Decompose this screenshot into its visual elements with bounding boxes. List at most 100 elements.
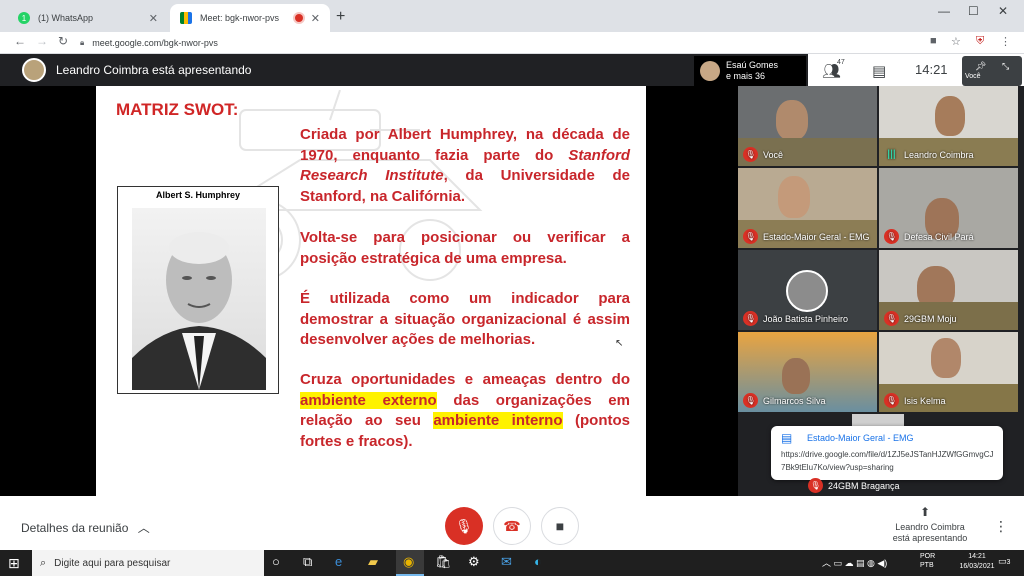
- participant-name: João Batista Pinheiro: [763, 313, 849, 324]
- participant-label: 🎙︎ 29GBM Moju: [884, 311, 957, 326]
- notification-center-icon[interactable]: ▭3: [998, 556, 1010, 567]
- maximize-icon[interactable]: ☐: [968, 4, 979, 18]
- slide-paragraph-indicator: É utilizada como um indicador para demos…: [300, 290, 630, 348]
- fullscreen-exit-icon[interactable]: ⤡: [1002, 61, 1009, 72]
- participant-tile[interactable]: 🎙︎ Estado-Maior Geral - EMG: [738, 168, 877, 248]
- participant-video: [931, 338, 961, 378]
- mail-icon[interactable]: ✉: [501, 554, 512, 570]
- mic-off-icon: 🎙︎: [743, 229, 758, 244]
- participant-tile[interactable]: 🎙︎ Você: [738, 86, 877, 166]
- mic-off-icon: 🎙︎: [743, 311, 758, 326]
- search-icon: ⌕: [40, 556, 47, 569]
- participant-label: 🎙︎ Gilmarcos Silva: [743, 393, 826, 408]
- microphone-toggle-button[interactable]: 🎙︎: [445, 507, 483, 545]
- avatar: [700, 61, 720, 81]
- tab-whatsapp[interactable]: 1 (1) WhatsApp ✕: [8, 4, 168, 32]
- participant-video: [782, 358, 810, 394]
- keyboard-layout: PTB: [920, 562, 934, 569]
- self-view-thumbnail[interactable]: Você 📌︎ ⤡: [962, 56, 1022, 86]
- slide-paragraph-environment: Cruza oportunidades e ameaças dentro do …: [300, 370, 630, 452]
- edge-legacy-icon[interactable]: e: [335, 554, 342, 569]
- participant-tile[interactable]: 🎙︎ João Batista Pinheiro: [738, 250, 877, 330]
- input-language[interactable]: POR PTB: [920, 552, 935, 570]
- settings-gear-icon[interactable]: ⚙: [468, 554, 480, 570]
- notification-count: 3: [1006, 559, 1011, 566]
- meeting-clock: 14:21: [915, 62, 948, 77]
- cortana-icon[interactable]: ○: [272, 554, 280, 569]
- participant-avatar: [786, 270, 828, 312]
- mouse-cursor-icon: ↖: [615, 338, 624, 349]
- leave-call-button[interactable]: ☎︎: [493, 507, 531, 545]
- hang-up-icon: ☎︎: [503, 517, 521, 534]
- chat-notification[interactable]: ▤ Estado-Maior Geral - EMG https://drive…: [771, 426, 1003, 480]
- participant-tile[interactable]: 🎙︎ Defesa Civil Pará: [879, 168, 1018, 248]
- participant-name: Isis Kelma: [904, 395, 946, 406]
- preview-name: Esaú Gomes: [726, 60, 779, 70]
- participant-label: 🎙︎ Isis Kelma: [884, 393, 946, 408]
- close-window-icon[interactable]: ✕: [998, 4, 1008, 18]
- mic-off-icon: 🎙︎: [884, 229, 899, 244]
- presenting-name: Leandro Coimbra: [895, 522, 965, 532]
- more-options-icon[interactable]: ⋮: [994, 518, 1008, 535]
- participant-tile[interactable]: 🎙︎ Gilmarcos Silva: [738, 332, 877, 412]
- system-time: 14:21: [968, 553, 986, 560]
- text-run: Cruza oportunidades e ameaças dentro do: [300, 371, 630, 388]
- mic-off-icon: 🎙︎: [455, 517, 473, 534]
- tab-title: Meet: bgk-nwor-pvs: [200, 13, 280, 23]
- mic-off-icon: 🎙︎: [808, 478, 823, 493]
- tab-title: (1) WhatsApp: [38, 13, 94, 23]
- back-icon[interactable]: ←: [14, 34, 26, 48]
- chrome-taskbar-button[interactable]: ◉: [396, 550, 424, 576]
- participant-preview-text: Esaú Gomes e mais 36: [726, 60, 778, 82]
- participant-preview-chip[interactable]: Esaú Gomes e mais 36: [694, 56, 806, 86]
- forward-icon[interactable]: →: [36, 34, 48, 48]
- participant-label: 🎙︎ 24GBM Bragança: [808, 478, 900, 493]
- close-icon[interactable]: ✕: [311, 12, 320, 25]
- participant-tile[interactable]: ||| Leandro Coimbra: [879, 86, 1018, 166]
- presenter-banner: Leandro Coimbra está apresentando: [56, 63, 252, 77]
- lock-icon: 🔒︎: [80, 38, 85, 47]
- participant-name: Leandro Coimbra: [904, 149, 974, 160]
- system-tray-icons[interactable]: ︿ ▭ ☁ ▤ ◍ ◀︎): [822, 556, 887, 569]
- portrait-photo: [132, 208, 266, 390]
- chat-message-link[interactable]: https://drive.google.com/file/d/1ZJ5eJST…: [781, 448, 997, 474]
- file-explorer-icon[interactable]: ▰: [368, 554, 378, 570]
- star-icon[interactable]: ☆: [951, 35, 961, 48]
- meeting-details-button[interactable]: Detalhes da reunião ︿: [21, 519, 150, 536]
- speaking-icon: |||: [887, 149, 896, 160]
- participant-name: Gilmarcos Silva: [763, 395, 826, 406]
- participant-tile[interactable]: 🎙︎ 29GBM Moju: [879, 250, 1018, 330]
- mic-off-icon: 🎙︎: [743, 147, 758, 162]
- reload-icon[interactable]: ↻: [58, 34, 68, 48]
- url-text: meet.google.com/bgk-nwor-pvs: [92, 38, 218, 48]
- camera-toggle-button[interactable]: ■: [541, 507, 579, 545]
- edge-icon[interactable]: ◐: [534, 554, 542, 569]
- new-tab-button[interactable]: +: [336, 8, 345, 26]
- close-icon[interactable]: ✕: [149, 12, 158, 25]
- participant-video: [776, 100, 808, 140]
- address-bar[interactable]: 🔒︎ meet.google.com/bgk-nwor-pvs: [80, 35, 922, 51]
- participant-count: 47: [837, 59, 845, 66]
- participant-label: 🎙︎ Estado-Maior Geral - EMG: [743, 229, 870, 244]
- participant-name: Defesa Civil Pará: [904, 231, 974, 242]
- store-icon[interactable]: 🛍︎: [435, 554, 452, 570]
- extension-shield-icon[interactable]: ⛨: [976, 35, 984, 48]
- presenting-status[interactable]: Leandro Coimbra está apresentando: [880, 522, 980, 544]
- minimize-icon[interactable]: —: [938, 4, 950, 18]
- chevron-up-icon: ︿: [137, 521, 150, 535]
- system-clock[interactable]: 14:21 16/03/2021: [958, 552, 996, 572]
- camera-indicator-icon[interactable]: ■: [930, 35, 937, 47]
- taskbar-search-input[interactable]: ⌕ Digite aqui para pesquisar: [32, 550, 264, 576]
- windows-start-icon[interactable]: ⊞: [8, 555, 20, 572]
- menu-kebab-icon[interactable]: ⋮: [1000, 35, 1011, 48]
- present-screen-icon[interactable]: ⬆: [920, 505, 930, 519]
- task-view-icon[interactable]: ⧉: [303, 554, 312, 570]
- video-camera-icon: ■: [555, 518, 565, 534]
- pin-icon[interactable]: 📌︎: [975, 61, 986, 72]
- tab-meet[interactable]: Meet: bgk-nwor-pvs ✕: [170, 4, 330, 32]
- chat-icon[interactable]: ▤: [872, 62, 886, 80]
- slide-title: MATRIZ SWOT:: [116, 100, 239, 119]
- participant-tile[interactable]: 🎙︎ Isis Kelma: [879, 332, 1018, 412]
- presenter-avatar: [22, 58, 46, 82]
- presenting-text: está apresentando: [892, 533, 968, 543]
